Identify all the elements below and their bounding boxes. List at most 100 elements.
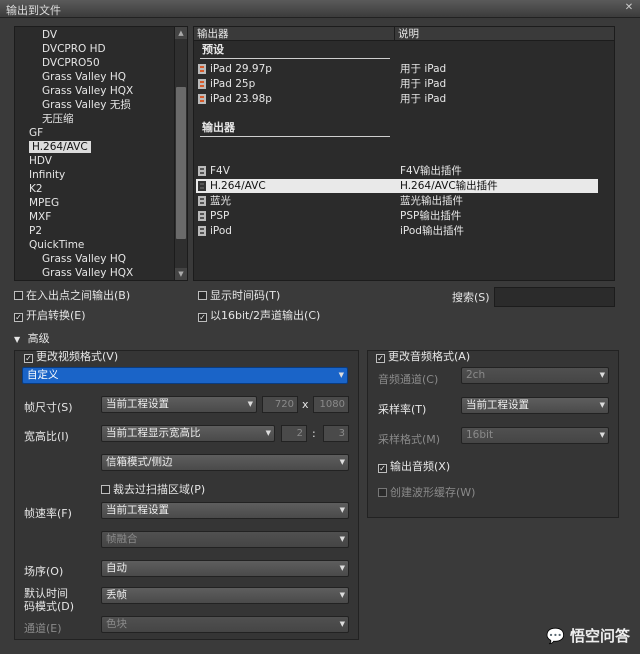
sampleformat-label: 采样格式(M) xyxy=(378,433,441,446)
checkbox-icon[interactable] xyxy=(101,485,110,494)
aspect-dropdown[interactable]: 当前工程显示宽高比 ▼ xyxy=(101,425,275,442)
frame-height-input[interactable]: 1080 xyxy=(313,396,349,413)
tree-item[interactable]: DV xyxy=(42,28,57,42)
show-timecode-checkbox[interactable]: 显示时间码(T) xyxy=(198,287,280,303)
dropdown-arrow-icon: ▼ xyxy=(599,401,605,409)
list-item[interactable]: H.264/AVC H.264/AVC输出插件 xyxy=(196,179,598,193)
aspect-height-input[interactable]: 3 xyxy=(323,425,349,442)
tree-item[interactable]: DVCPRO HD xyxy=(42,42,106,56)
channel-dropdown[interactable]: 色块 ▼ xyxy=(101,616,349,633)
tree-item[interactable]: H.264/AVC xyxy=(29,140,91,154)
checkbox-checked-icon[interactable]: ✓ xyxy=(378,464,387,473)
format-tree[interactable]: DV DVCPRO HD DVCPRO50 Grass Valley HQ Grass … xyxy=(14,26,188,281)
field-order-label: 场序(O) xyxy=(24,565,64,578)
tree-item[interactable]: Grass Valley HQX xyxy=(42,266,133,280)
list-item[interactable]: 蓝光 蓝光输出插件 xyxy=(196,194,598,208)
framerate-label: 帧速率(F) xyxy=(24,507,72,520)
audio-channels-label: 音频通道(C) xyxy=(378,373,439,386)
timecode-mode-dropdown[interactable]: 丢帧 ▼ xyxy=(101,587,349,604)
tree-item[interactable]: MXF xyxy=(29,210,51,224)
exporter-list[interactable]: 输出器 说明 预设 iPad 29.97p 用于 iPad iPad 25p 用于 i… xyxy=(193,26,615,281)
framerate-dropdown[interactable]: 当前工程设置 ▼ xyxy=(101,502,349,519)
collapse-triangle-icon[interactable]: ▼ xyxy=(14,335,20,344)
watermark: 💬 悟空问答 xyxy=(546,625,630,646)
plugin-icon xyxy=(198,196,206,206)
checkbox-checked-icon[interactable]: ✓ xyxy=(14,313,23,322)
checkbox-checked-icon[interactable]: ✓ xyxy=(198,313,207,322)
checkbox-checked-icon[interactable]: ✓ xyxy=(24,354,33,363)
title-bar: 输出到文件 ✕ xyxy=(0,0,640,18)
tree-item[interactable]: DVCPRO50 xyxy=(42,56,100,70)
tree-item[interactable]: Grass Valley HQ xyxy=(42,252,126,266)
search-label: 搜索(S) xyxy=(452,291,490,304)
list-item[interactable]: iPad 23.98p 用于 iPad xyxy=(196,92,598,106)
list-item[interactable]: PSP PSP输出插件 xyxy=(196,209,598,223)
timecode-mode-label-2: 码模式(D) xyxy=(24,600,75,613)
channel-label: 通道(E) xyxy=(24,622,62,635)
search-input[interactable] xyxy=(494,287,615,307)
tree-item[interactable]: Infinity xyxy=(29,168,65,182)
field-order-dropdown[interactable]: 自动 ▼ xyxy=(101,560,349,577)
scroll-up-icon[interactable]: ▲ xyxy=(175,27,187,39)
tree-item[interactable]: Grass Valley 无损 xyxy=(42,98,131,112)
preset-icon xyxy=(198,94,206,104)
enable-convert-checkbox[interactable]: ✓ 开启转换(E) xyxy=(14,307,86,323)
exporters-divider xyxy=(200,136,390,137)
tree-item[interactable]: 无压缩 xyxy=(42,112,74,126)
tree-item[interactable]: P2 xyxy=(29,224,42,238)
dropdown-arrow-icon: ▼ xyxy=(339,506,345,514)
presets-group-label: 预设 xyxy=(202,43,224,56)
frame-width-input[interactable]: 720 xyxy=(262,396,298,413)
column-exporter[interactable]: 输出器 xyxy=(197,27,229,41)
tree-item[interactable]: HDV xyxy=(29,154,52,168)
advanced-toggle[interactable]: ▼ 高级 xyxy=(14,330,50,346)
tree-item[interactable]: QuickTime xyxy=(29,238,84,252)
change-audio-format-checkbox[interactable]: ✓ 更改音频格式(A) xyxy=(376,348,470,364)
scroll-thumb[interactable] xyxy=(176,87,186,239)
list-item[interactable]: iPad 25p 用于 iPad xyxy=(196,77,598,91)
list-header: 输出器 说明 xyxy=(194,27,614,41)
samplerate-dropdown[interactable]: 当前工程设置 ▼ xyxy=(461,397,609,414)
plugin-icon xyxy=(198,211,206,221)
dropdown-arrow-icon: ▼ xyxy=(339,620,345,628)
frame-size-dropdown[interactable]: 当前工程设置 ▼ xyxy=(101,396,257,413)
audio-channels-dropdown[interactable]: 2ch ▼ xyxy=(461,367,609,384)
tree-item[interactable]: GF xyxy=(29,126,43,140)
column-description[interactable]: 说明 xyxy=(398,27,419,41)
dropdown-arrow-icon: ▼ xyxy=(339,564,345,572)
output-audio-checkbox[interactable]: ✓ 输出音频(X) xyxy=(378,458,450,474)
sixteen-bit-checkbox[interactable]: ✓ 以16bit/2声道输出(C) xyxy=(198,307,320,323)
checkbox-icon[interactable] xyxy=(14,291,23,300)
chat-bubble-icon: 💬 xyxy=(546,627,565,645)
frame-blend-dropdown[interactable]: 帧融合 ▼ xyxy=(101,531,349,548)
video-preset-dropdown[interactable]: 自定义 ▼ xyxy=(22,367,348,384)
list-item[interactable]: iPod iPod输出插件 xyxy=(196,224,598,238)
crop-overscan-checkbox[interactable]: 裁去过扫描区域(P) xyxy=(101,481,205,497)
scroll-down-icon[interactable]: ▼ xyxy=(175,268,187,280)
sampleformat-dropdown[interactable]: 16bit ▼ xyxy=(461,427,609,444)
waveform-cache-checkbox[interactable]: 创建波形缓存(W) xyxy=(378,484,475,500)
tree-item[interactable]: K2 xyxy=(29,182,43,196)
tree-scrollbar[interactable]: ▲ ▼ xyxy=(174,27,187,280)
in-out-checkbox[interactable]: 在入出点之间输出(B) xyxy=(14,287,130,303)
dropdown-arrow-icon: ▼ xyxy=(339,458,345,466)
presets-divider xyxy=(200,58,390,59)
close-icon[interactable]: ✕ xyxy=(622,2,636,15)
list-item[interactable]: iPad 29.97p 用于 iPad xyxy=(196,62,598,76)
samplerate-label: 采样率(T) xyxy=(378,403,427,416)
checkbox-checked-icon[interactable]: ✓ xyxy=(376,354,385,363)
aspect-width-input[interactable]: 2 xyxy=(281,425,307,442)
dropdown-arrow-icon: ▼ xyxy=(338,371,344,379)
frame-size-x: x xyxy=(302,398,309,411)
checkbox-icon[interactable] xyxy=(378,488,387,497)
change-video-format-checkbox[interactable]: ✓ 更改视频格式(V) xyxy=(24,348,118,364)
tree-item[interactable]: MPEG xyxy=(29,196,59,210)
aspect-label: 宽高比(I) xyxy=(24,430,69,443)
exporters-group-label: 输出器 xyxy=(202,121,235,134)
checkbox-icon[interactable] xyxy=(198,291,207,300)
tree-item[interactable]: Grass Valley HQX xyxy=(42,84,133,98)
frame-size-label: 帧尺寸(S) xyxy=(24,401,73,414)
list-item[interactable]: F4V F4V输出插件 xyxy=(196,164,598,178)
letterbox-dropdown[interactable]: 信箱模式/侧边 ▼ xyxy=(101,454,349,471)
tree-item[interactable]: Grass Valley HQ xyxy=(42,70,126,84)
